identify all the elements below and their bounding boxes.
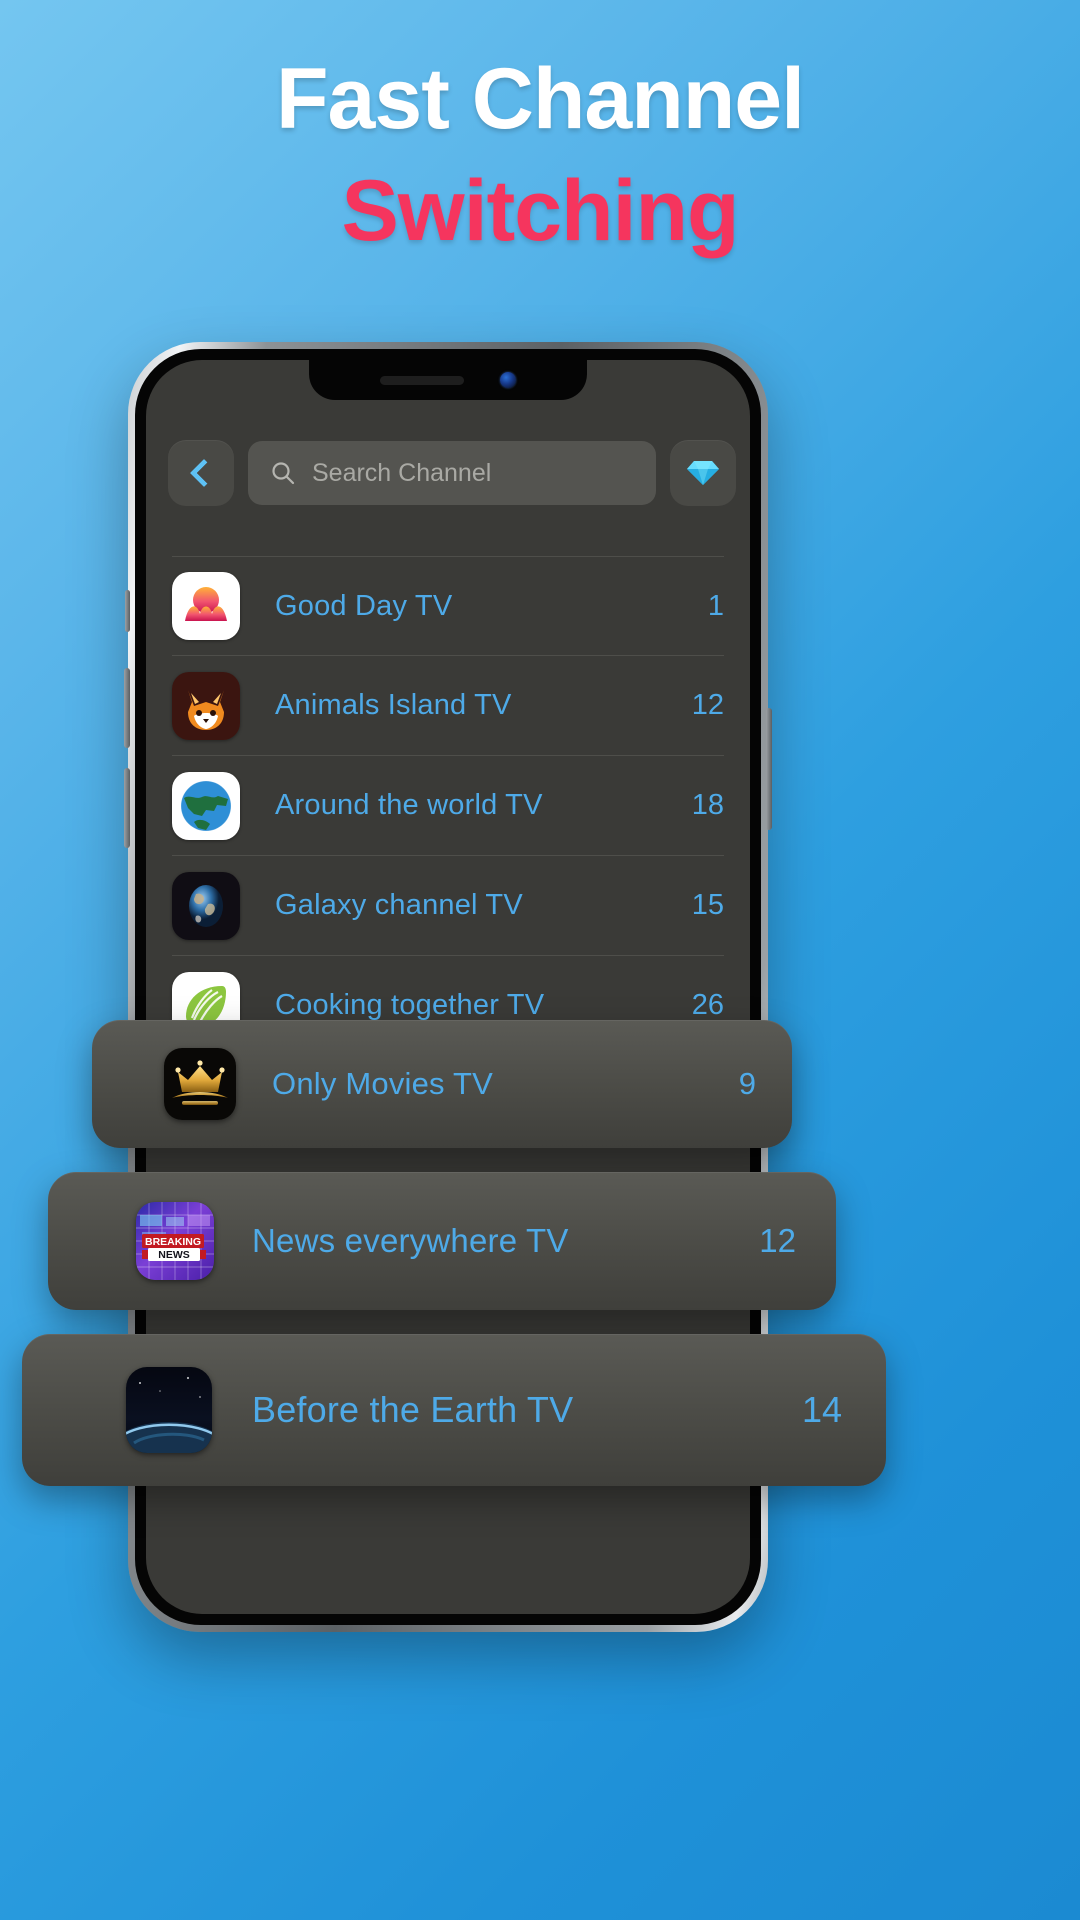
fox-icon xyxy=(172,671,240,740)
headline-line-2: Switching xyxy=(341,163,739,260)
channel-number: 15 xyxy=(691,889,724,921)
channel-name: Only Movies TV xyxy=(272,1066,494,1101)
power-button[interactable] xyxy=(766,708,772,830)
channel-name: Animals Island TV xyxy=(275,689,512,721)
channel-name: News everywhere TV xyxy=(252,1222,569,1259)
volume-up-button[interactable] xyxy=(124,668,130,748)
sunrise-icon xyxy=(172,572,240,640)
back-button[interactable] xyxy=(168,440,234,506)
promo-screenshot: Fast Channel Switching Search Channel Go… xyxy=(0,0,1080,1920)
table-row[interactable]: Galaxy channel TV 15 xyxy=(172,856,724,956)
front-camera xyxy=(500,372,516,388)
channel-name: Galaxy channel TV xyxy=(275,889,523,921)
channel-number: 12 xyxy=(759,1222,796,1259)
list-item[interactable]: Before the Earth TV 14 xyxy=(22,1334,886,1486)
earth-icon xyxy=(172,871,240,940)
channel-number: 9 xyxy=(738,1066,756,1101)
channel-number: 14 xyxy=(801,1389,842,1430)
globe-icon xyxy=(172,771,240,840)
earpiece-speaker xyxy=(380,375,464,385)
page-title: Fast Channel Switching xyxy=(0,54,1080,257)
diamond-icon xyxy=(687,461,719,485)
table-row[interactable]: Good Day TV 1 xyxy=(172,556,724,656)
channel-number: 26 xyxy=(691,989,724,1021)
list-item[interactable]: BREAKING NEWS News everywhere TV 12 xyxy=(48,1172,836,1310)
svg-text:BREAKING: BREAKING xyxy=(145,1236,201,1248)
channel-name: Around the world TV xyxy=(275,789,543,821)
phone-notch xyxy=(309,360,587,400)
breaking-news-icon: BREAKING NEWS xyxy=(136,1202,214,1280)
channel-name: Before the Earth TV xyxy=(252,1389,574,1430)
channel-number: 12 xyxy=(691,689,724,721)
search-bar[interactable] xyxy=(248,441,656,505)
table-row[interactable]: Around the world TV 18 xyxy=(172,756,724,856)
crown-icon xyxy=(164,1048,236,1120)
search-icon xyxy=(272,462,295,485)
channel-number: 1 xyxy=(707,589,724,622)
list-item[interactable]: Only Movies TV 9 xyxy=(92,1020,792,1148)
channel-name: Cooking together TV xyxy=(275,989,545,1021)
earth-horizon-icon xyxy=(126,1367,212,1453)
channel-number: 18 xyxy=(691,789,724,821)
mute-switch[interactable] xyxy=(125,590,130,632)
svg-text:NEWS: NEWS xyxy=(158,1249,190,1261)
search-input[interactable] xyxy=(312,458,634,488)
channel-name: Good Day TV xyxy=(275,589,453,622)
back-chevron-icon xyxy=(189,458,219,488)
volume-down-button[interactable] xyxy=(124,768,130,848)
table-row[interactable]: Animals Island TV 12 xyxy=(172,656,724,756)
headline-line-1: Fast Channel xyxy=(276,51,805,147)
premium-button[interactable] xyxy=(670,440,736,506)
app-header xyxy=(146,430,750,516)
